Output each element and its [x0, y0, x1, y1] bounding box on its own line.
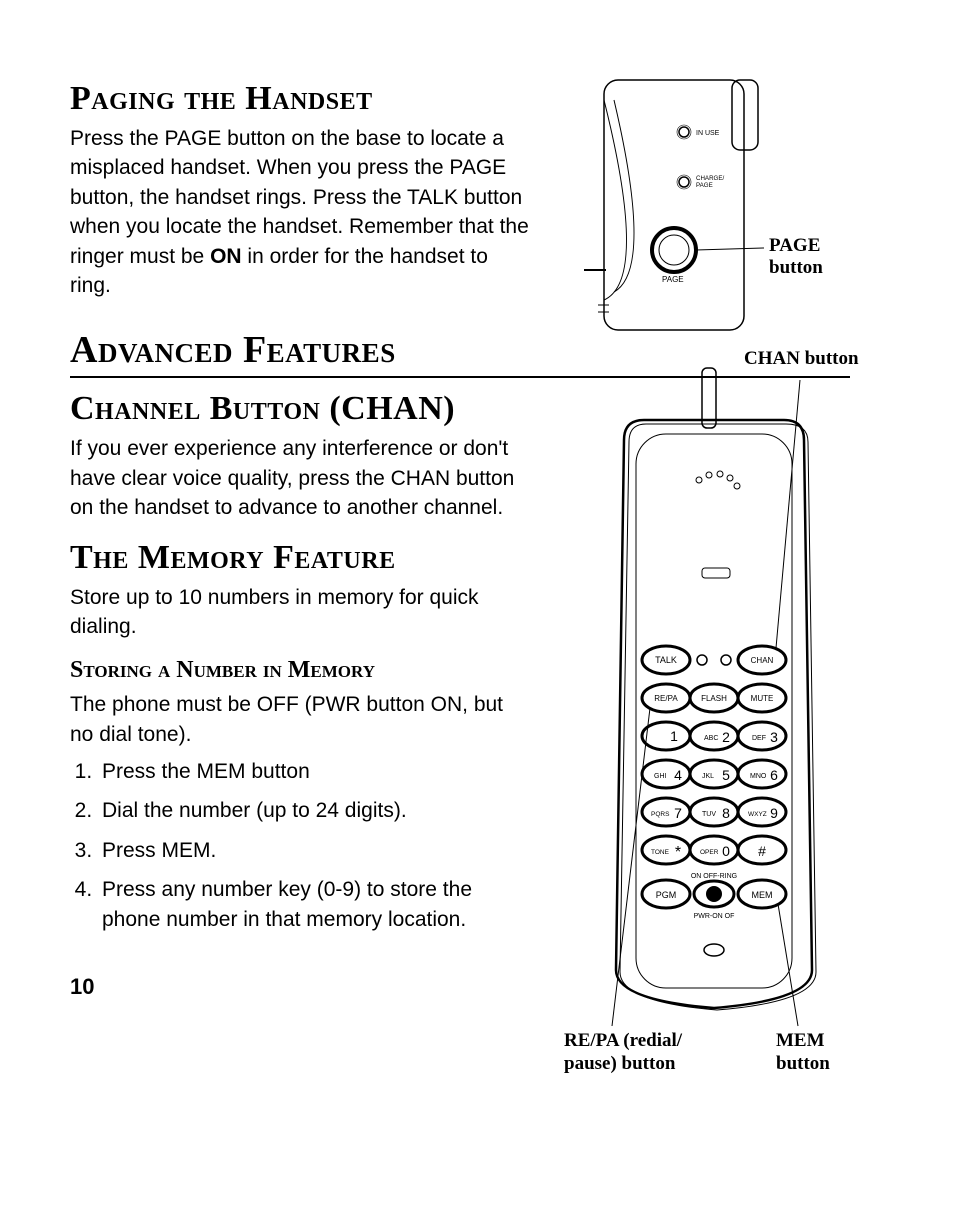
svg-text:7: 7 — [674, 805, 682, 821]
label-charge-svg: CHARGE/ — [696, 175, 724, 182]
caption-repa: RE/PA (redial/ pause) button — [564, 1030, 682, 1076]
svg-text:TUV: TUV — [702, 811, 716, 818]
row-123: 1 ABC 2 DEF 3 — [642, 722, 786, 750]
svg-text:ON OFF-RING: ON OFF-RING — [691, 873, 737, 880]
handset-figure: CHAN button — [554, 350, 874, 1090]
page-number: 10 — [70, 974, 530, 1000]
svg-text:DEF: DEF — [752, 735, 766, 742]
heading-paging: Paging the Handset — [70, 80, 530, 118]
svg-text:0: 0 — [722, 843, 730, 859]
svg-text:TALK: TALK — [655, 655, 677, 665]
svg-text:5: 5 — [722, 767, 730, 783]
svg-text:1: 1 — [670, 728, 678, 744]
heading-channel: Channel Button (CHAN) — [70, 390, 530, 428]
heading-storing: Storing a Number in Memory — [70, 657, 530, 684]
paragraph-storing: The phone must be OFF (PWR button ON, bu… — [70, 690, 530, 749]
svg-text:FLASH: FLASH — [701, 694, 727, 703]
step-4: Press any number key (0-9) to store the … — [98, 875, 530, 934]
svg-text:2: 2 — [722, 729, 730, 745]
svg-text:TONE: TONE — [651, 849, 670, 856]
svg-text:MNO: MNO — [750, 773, 767, 780]
svg-text:GHI: GHI — [654, 773, 667, 780]
svg-text:RE/PA: RE/PA — [654, 694, 678, 703]
paragraph-memory: Store up to 10 numbers in memory for qui… — [70, 583, 530, 642]
svg-text:MUTE: MUTE — [751, 694, 774, 703]
label-page-btn-svg: PAGE — [662, 275, 684, 284]
svg-text:*: * — [675, 844, 681, 861]
step-3: Press MEM. — [98, 836, 530, 865]
paragraph-channel: If you ever experience any interference … — [70, 434, 530, 522]
heading-memory: The Memory Feature — [70, 539, 530, 577]
base-figure: IN USE CHARGE/ PAGE PAGE PAGE button IN … — [554, 70, 874, 340]
svg-text:PQRS: PQRS — [651, 811, 670, 818]
svg-text:MEM: MEM — [752, 890, 773, 900]
svg-text:PGM: PGM — [656, 890, 677, 900]
caption-page-button: PAGE button — [769, 235, 849, 279]
paging-body-bold: ON — [210, 245, 242, 268]
svg-text:9: 9 — [770, 805, 778, 821]
svg-text:PWR-ON OF: PWR-ON OF — [694, 913, 735, 920]
caption-page-button-text: PAGE button — [769, 235, 849, 279]
base-svg: IN USE CHARGE/ PAGE PAGE — [554, 70, 874, 340]
caption-chan: CHAN button — [744, 348, 859, 370]
svg-text:ABC: ABC — [704, 735, 718, 742]
caption-mem: MEM button — [776, 1030, 874, 1076]
paragraph-paging: Press the PAGE button on the base to loc… — [70, 124, 530, 300]
row-456: GHI 4 JKL 5 MNO 6 — [642, 760, 786, 788]
row-func: RE/PA FLASH MUTE — [642, 684, 786, 712]
svg-text:3: 3 — [770, 729, 778, 745]
svg-text:4: 4 — [674, 767, 682, 783]
handset-svg: TALK CHAN RE/PA FLASH MUTE — [554, 350, 874, 1070]
svg-text:WXYZ: WXYZ — [748, 811, 767, 818]
label-in-use-svg: IN USE — [696, 130, 720, 137]
text-column: Paging the Handset Press the PAGE button… — [70, 70, 530, 1090]
row-star0hash: TONE * OPER 0 # — [642, 836, 786, 864]
row-pgm-mem: ON OFF-RING PGM MEM PWR-ON OF — [642, 873, 786, 920]
step-1: Press the MEM button — [98, 757, 530, 786]
svg-text:JKL: JKL — [702, 773, 714, 780]
svg-text:OPER: OPER — [700, 849, 719, 856]
row-talk: TALK CHAN — [642, 646, 786, 674]
svg-text:CHAN: CHAN — [751, 656, 774, 665]
label-page-led-svg: PAGE — [696, 182, 713, 189]
figure-column: IN USE CHARGE/ PAGE PAGE PAGE button IN … — [554, 70, 874, 1090]
svg-text:6: 6 — [770, 767, 778, 783]
row-789: PQRS 7 TUV 8 WXYZ 9 — [642, 798, 786, 826]
heading-advanced: Advanced Features — [70, 328, 530, 372]
storing-steps-list: Press the MEM button Dial the number (up… — [74, 757, 530, 934]
manual-page: Paging the Handset Press the PAGE button… — [0, 0, 954, 1120]
svg-text:#: # — [758, 843, 766, 859]
step-2: Dial the number (up to 24 digits). — [98, 796, 530, 825]
svg-text:8: 8 — [722, 805, 730, 821]
